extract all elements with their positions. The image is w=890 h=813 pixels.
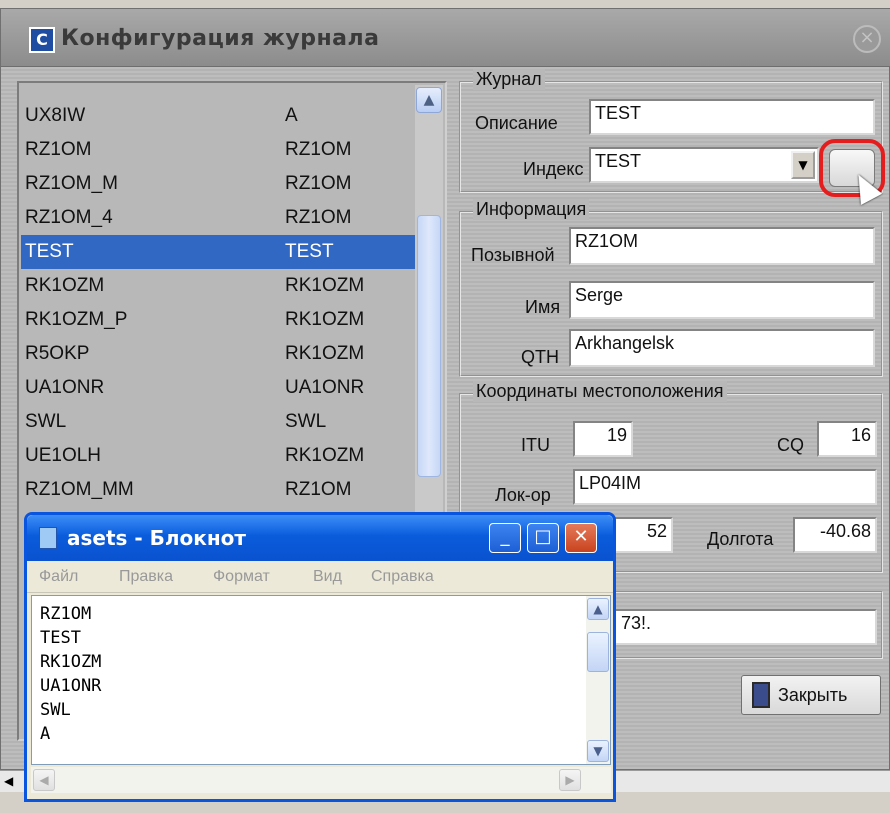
close-button[interactable]: Закрыть	[741, 675, 881, 715]
scroll-left-icon[interactable]: ◀	[33, 769, 55, 791]
text-line: UA1ONR	[40, 676, 102, 696]
index-label: Индекс	[523, 159, 584, 179]
description-field[interactable]: TEST	[589, 99, 875, 135]
cq-field[interactable]: 16	[817, 421, 877, 457]
index-select[interactable]: TEST	[589, 147, 819, 183]
list-item[interactable]: RZ1OM_MM RZ1OM	[21, 473, 419, 507]
notepad-menu-bar: Файл Правка Формат Вид Справка	[27, 561, 613, 593]
message-field[interactable]: J 73!.	[601, 609, 877, 645]
app-logo-icon: C	[29, 27, 55, 53]
qth-field[interactable]: Arkhangelsk	[569, 329, 875, 367]
callsign-label: Позывной	[471, 245, 555, 265]
longitude-label: Долгота	[707, 529, 774, 549]
scroll-up-icon[interactable]: ▲	[416, 87, 442, 113]
list-item[interactable]: RZ1OM RZ1OM	[21, 133, 419, 167]
list-item[interactable]: UE1OLH RK1OZM	[21, 439, 419, 473]
list-item[interactable]: RK1OZM_P RK1OZM	[21, 303, 419, 337]
text-line: TEST	[40, 628, 81, 648]
list-item-selected[interactable]: TEST TEST	[21, 235, 419, 269]
qth-label: QTH	[521, 347, 559, 367]
latitude-field[interactable]: 52	[613, 517, 673, 553]
journal-group-label: Журнал	[473, 69, 545, 90]
chevron-down-icon[interactable]: ▼	[791, 151, 815, 179]
scroll-thumb[interactable]	[587, 632, 609, 672]
text-line: A	[40, 724, 51, 744]
menu-view[interactable]: Вид	[313, 568, 342, 586]
config-title-bar[interactable]: C Конфигурация журнала ×	[1, 9, 890, 67]
name-field[interactable]: Serge	[569, 281, 875, 319]
scroll-right-icon[interactable]: ▶	[559, 769, 581, 791]
notepad-horizontal-scrollbar[interactable]: ◀ ▶	[31, 767, 611, 793]
text-line: RZ1OM	[40, 604, 92, 624]
door-exit-icon	[752, 682, 770, 708]
menu-file[interactable]: Файл	[39, 568, 78, 586]
callsign-field[interactable]: RZ1OM	[569, 227, 875, 265]
longitude-field[interactable]: -40.68	[793, 517, 877, 553]
locator-field[interactable]: LP04IM	[573, 469, 877, 505]
list-item[interactable]: SWL SWL	[21, 405, 419, 439]
coordinates-group-label: Координаты местоположения	[473, 381, 727, 402]
cq-label: CQ	[777, 435, 804, 455]
scroll-down-icon[interactable]: ▼	[587, 740, 609, 762]
menu-format[interactable]: Формат	[213, 568, 270, 586]
itu-field[interactable]: 19	[573, 421, 633, 457]
notepad-title: asets - Блокнот	[67, 526, 247, 550]
menu-help[interactable]: Справка	[371, 568, 434, 586]
text-line: RK1OZM	[40, 652, 102, 672]
list-item[interactable]: UX8IW A	[21, 99, 419, 133]
close-icon[interactable]: ×	[853, 25, 881, 53]
menu-edit[interactable]: Правка	[119, 568, 173, 586]
notepad-icon	[39, 527, 57, 549]
chevron-left-icon[interactable]: ◀	[4, 774, 13, 788]
list-item[interactable]: UA1ONR UA1ONR	[21, 371, 419, 405]
list-item[interactable]: RK1OZM RK1OZM	[21, 269, 419, 303]
close-button-notepad[interactable]: ✕	[565, 523, 597, 553]
itu-label: ITU	[521, 435, 550, 455]
locator-label: Лок-ор	[495, 485, 551, 505]
notepad-title-bar[interactable]: asets - Блокнот _ □ ✕	[27, 515, 613, 561]
maximize-button[interactable]: □	[527, 523, 559, 553]
description-label: Описание	[475, 113, 558, 133]
notepad-vertical-scrollbar[interactable]: ▲ ▼	[586, 596, 610, 764]
scroll-up-icon[interactable]: ▲	[587, 598, 609, 620]
name-label: Имя	[525, 297, 561, 317]
config-title: Конфигурация журнала	[61, 26, 380, 51]
info-group-label: Информация	[473, 199, 590, 220]
list-item[interactable]: R5OKP RK1OZM	[21, 337, 419, 371]
scroll-thumb[interactable]	[417, 215, 441, 477]
list-item[interactable]: RZ1OM_M RZ1OM	[21, 167, 419, 201]
list-item[interactable]: RZ1OM_4 RZ1OM	[21, 201, 419, 235]
notepad-text-area[interactable]: RZ1OM TEST RK1OZM UA1ONR SWL A ▲ ▼	[31, 595, 611, 765]
notepad-window: asets - Блокнот _ □ ✕ Файл Правка Формат…	[24, 512, 616, 802]
minimize-button[interactable]: _	[489, 523, 521, 553]
text-line: SWL	[40, 700, 71, 720]
